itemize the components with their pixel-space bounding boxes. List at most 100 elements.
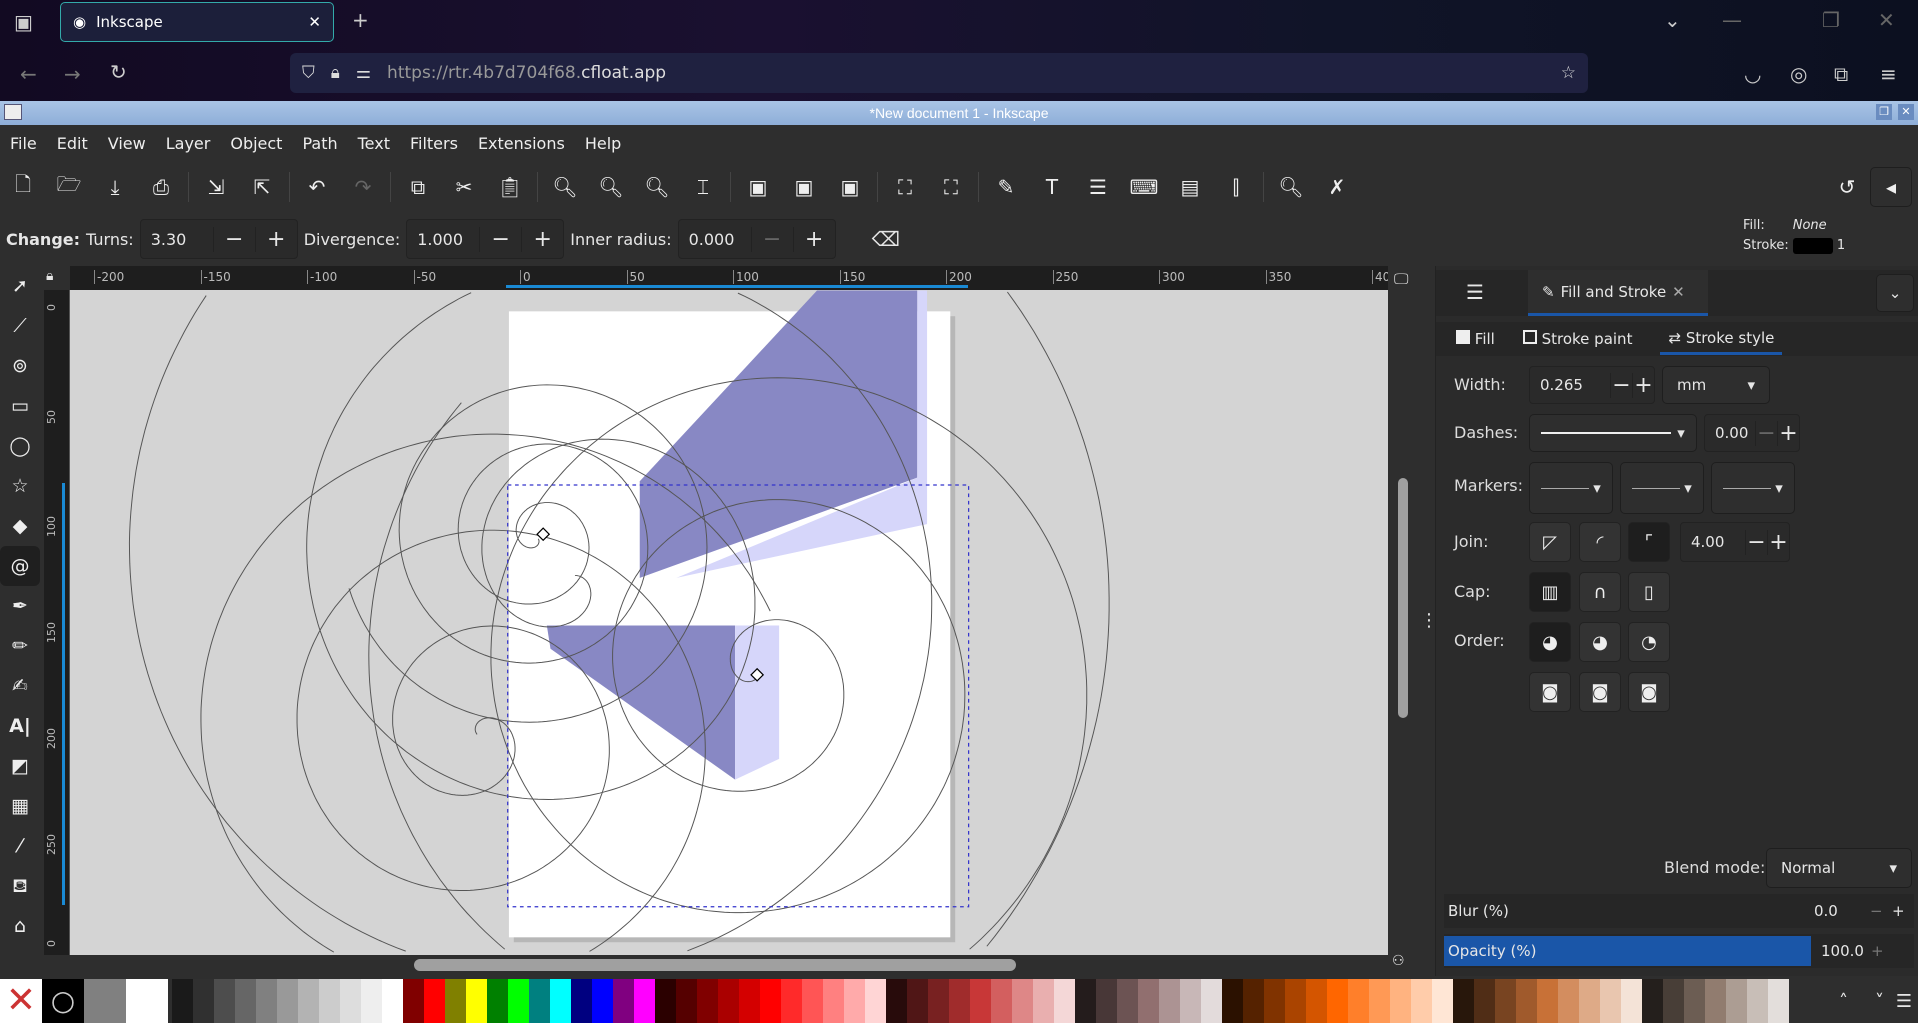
open-icon[interactable]: 🗁 — [46, 170, 92, 204]
increment-icon[interactable]: + — [1871, 942, 1893, 960]
color-swatch[interactable] — [277, 979, 298, 1023]
save-icon[interactable]: ⤓ — [92, 175, 138, 199]
color-swatch[interactable] — [1768, 979, 1789, 1023]
collapse-toolbar-button[interactable]: ◂ — [1870, 167, 1912, 207]
color-swatch[interactable] — [1495, 979, 1516, 1023]
divergence-value[interactable]: 1.000 — [407, 230, 479, 249]
color-swatch[interactable] — [319, 979, 340, 1023]
color-swatch[interactable] — [1474, 979, 1495, 1023]
extensions-icon[interactable]: ⧉ — [1834, 62, 1848, 86]
menu-edit[interactable]: Edit — [47, 134, 98, 153]
dialog-menu-chevron-icon[interactable]: ⌄ — [1876, 274, 1914, 312]
print-icon[interactable]: ⎙ — [138, 175, 184, 199]
export-icon[interactable]: ⇱ — [239, 175, 285, 199]
color-swatch[interactable] — [550, 979, 571, 1023]
inner-radius-spinbox[interactable]: 0.000− + — [677, 219, 836, 259]
lock-guides-icon[interactable]: 🔒︎ — [46, 268, 53, 284]
increment-icon[interactable]: + — [521, 226, 563, 252]
color-swatch[interactable] — [1327, 979, 1348, 1023]
unit-dropdown[interactable]: mm ▾ — [1662, 366, 1770, 404]
color-swatch[interactable] — [382, 979, 403, 1023]
color-swatch[interactable] — [718, 979, 739, 1023]
group-icon[interactable]: ⛶ — [882, 175, 928, 199]
color-swatch[interactable] — [214, 979, 235, 1023]
color-swatch[interactable] — [1579, 979, 1600, 1023]
menu-help[interactable]: Help — [575, 134, 631, 153]
address-bar[interactable]: ⛉ 🔒︎ ⚌ https://rtr.4b7d704f68.cfloat.app… — [290, 53, 1588, 93]
display-mode-icon[interactable]: 🖵 — [1394, 270, 1408, 288]
color-swatch[interactable] — [1663, 979, 1684, 1023]
text-font-icon[interactable]: T — [1029, 175, 1075, 199]
color-swatch[interactable] — [1201, 979, 1222, 1023]
color-swatch[interactable] — [886, 979, 907, 1023]
color-swatch[interactable] — [760, 979, 781, 1023]
color-swatch[interactable] — [907, 979, 928, 1023]
align-distribute-icon[interactable]: ⫿ — [1213, 175, 1259, 199]
increment-icon[interactable]: + — [1777, 420, 1799, 446]
paste-icon[interactable]: 📋︎ — [487, 175, 533, 199]
blur-slider[interactable]: Blur (%) 0.0− + — [1444, 894, 1914, 928]
color-swatch[interactable] — [445, 979, 466, 1023]
decrement-icon[interactable]: − — [1755, 420, 1777, 446]
close-window-icon[interactable]: ✕ — [1878, 8, 1895, 32]
round-cap-button[interactable]: ∩ — [1579, 572, 1621, 612]
color-swatch[interactable] — [487, 979, 508, 1023]
subtab-stroke-paint[interactable]: Stroke paint — [1522, 330, 1632, 348]
unlink-clone-icon[interactable]: ▣ — [827, 175, 873, 199]
color-swatch[interactable] — [1285, 979, 1306, 1023]
new-tab-icon[interactable]: + — [352, 8, 369, 32]
color-swatch[interactable] — [1705, 979, 1726, 1023]
zoom-width-icon[interactable]: ⌶ — [680, 175, 726, 199]
pocket-icon[interactable]: ◡ — [1744, 62, 1761, 86]
width-spinbox[interactable]: 0.265− + — [1529, 366, 1655, 404]
color-swatch[interactable] — [1726, 979, 1747, 1023]
color-swatch[interactable] — [340, 979, 361, 1023]
color-swatch[interactable] — [1180, 979, 1201, 1023]
color-swatch[interactable] — [1642, 979, 1663, 1023]
color-swatch[interactable] — [613, 979, 634, 1023]
color-swatch[interactable] — [865, 979, 886, 1023]
snap-icon[interactable]: ↺ — [1824, 175, 1870, 199]
clone-icon[interactable]: ▣ — [781, 175, 827, 199]
menu-extensions[interactable]: Extensions — [468, 134, 575, 153]
color-swatch[interactable] — [676, 979, 697, 1023]
star-tool-icon[interactable]: ☆ — [0, 466, 40, 506]
order-stroke-markers-fill-button[interactable]: ◙ — [1579, 672, 1621, 712]
text-tool-icon[interactable]: A| — [0, 706, 40, 746]
fill-stroke-icon[interactable]: ✎ — [983, 175, 1029, 199]
rectangle-tool-icon[interactable]: ▭ — [0, 386, 40, 426]
swatch-gray[interactable] — [84, 979, 126, 1023]
turns-spinbox[interactable]: 3.30− + — [139, 219, 298, 259]
color-swatch[interactable] — [172, 979, 193, 1023]
color-swatch[interactable] — [571, 979, 592, 1023]
xml-editor-icon[interactable]: ⌨ — [1121, 175, 1167, 199]
color-swatch[interactable] — [361, 979, 382, 1023]
close-tab-icon[interactable]: ✕ — [308, 13, 321, 31]
preferences-icon[interactable]: ✗ — [1314, 175, 1360, 199]
bevel-join-button[interactable]: ◸ — [1529, 522, 1571, 562]
pencil-tool-icon[interactable]: ✏ — [0, 626, 40, 666]
color-swatch[interactable] — [1243, 979, 1264, 1023]
color-swatch[interactable] — [193, 979, 214, 1023]
color-swatch[interactable] — [1222, 979, 1243, 1023]
dialog-list-icon[interactable]: ☰ — [1466, 280, 1484, 304]
redo-icon[interactable]: ↷ — [340, 175, 386, 199]
miter-limit-value[interactable]: 4.00 — [1681, 533, 1745, 551]
document-properties-icon[interactable]: ▤ — [1167, 175, 1213, 199]
color-swatch[interactable] — [655, 979, 676, 1023]
increment-icon[interactable]: + — [1892, 902, 1914, 920]
subtab-fill[interactable]: Fill — [1456, 330, 1495, 348]
find-icon[interactable]: 🔍︎ — [1268, 175, 1314, 199]
palette-menu-icon[interactable]: ☰ — [1896, 991, 1912, 1012]
decrement-icon[interactable]: − — [750, 226, 793, 252]
selector-tool-icon[interactable]: ➚ — [0, 266, 40, 306]
color-swatch[interactable] — [991, 979, 1012, 1023]
color-swatch[interactable] — [592, 979, 613, 1023]
decrement-icon[interactable]: − — [1870, 902, 1892, 920]
new-document-icon[interactable]: 🗋 — [0, 170, 46, 204]
dash-offset-spinbox[interactable]: 0.00− + — [1704, 414, 1800, 452]
close-tab-icon[interactable]: ✕ — [1672, 283, 1685, 301]
scroll-up-icon[interactable]: ˄ — [1839, 991, 1848, 1012]
copy-icon[interactable]: ⧉ — [395, 175, 441, 199]
color-swatch[interactable] — [1516, 979, 1537, 1023]
